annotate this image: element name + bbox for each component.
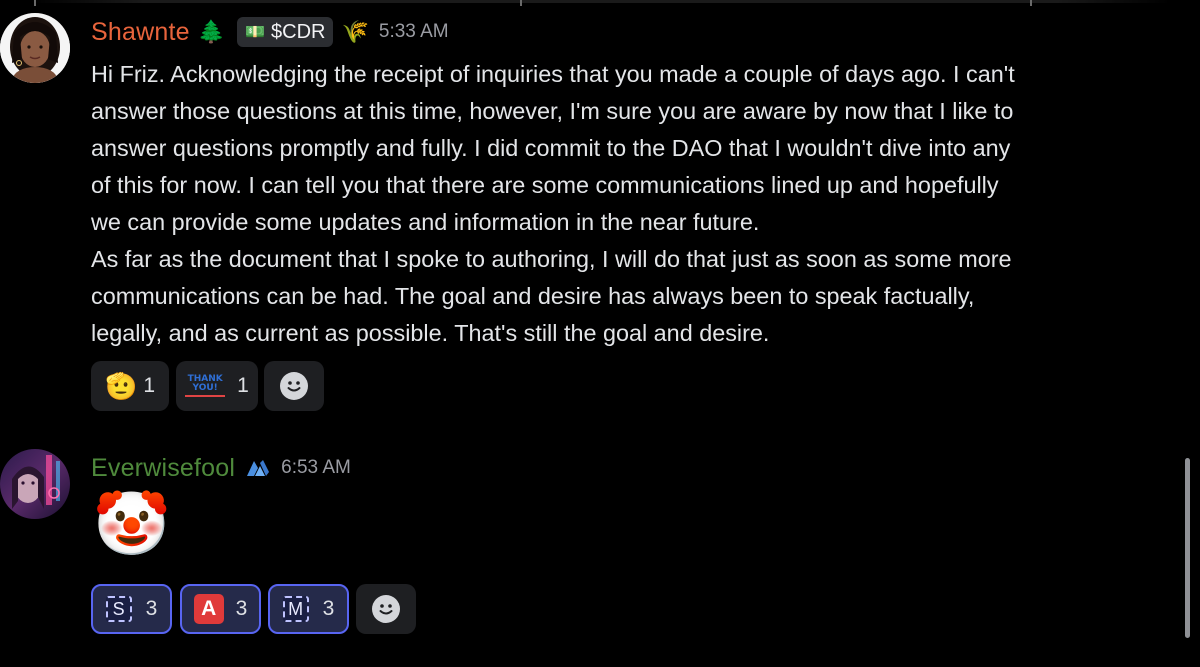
- reaction-m-key[interactable]: M 3: [268, 584, 349, 634]
- chat-view: Shawnte 🌲 💵 $CDR 🌾 5:33 AM Hi Friz. Ackn…: [0, 0, 1200, 667]
- divider-tick: [520, 0, 522, 6]
- money-icon: 💵: [245, 24, 266, 41]
- rice-icon: 🌾: [341, 19, 369, 44]
- divider-tick: [34, 0, 36, 6]
- message-line: Hi Friz. Acknowledging the receipt of in…: [91, 61, 1015, 87]
- add-reaction-button[interactable]: [264, 361, 324, 411]
- add-reaction-icon: [372, 595, 400, 623]
- role-tag-label: $CDR: [271, 20, 326, 43]
- message-body: Hi Friz. Acknowledging the receipt of in…: [91, 56, 1015, 352]
- s-key-icon: S: [105, 596, 132, 622]
- reaction-count: 3: [145, 597, 158, 620]
- reaction-count: 1: [237, 374, 249, 397]
- message-header: Shawnte 🌲 💵 $CDR 🌾 5:33 AM: [91, 14, 449, 50]
- message-header: Everwisefool 6:53 AM: [91, 450, 351, 486]
- thank-you-icon: THANK YOU!: [185, 374, 226, 397]
- clown-emoji: 🤡: [93, 490, 171, 559]
- add-reaction-button[interactable]: [356, 584, 416, 634]
- divider: [30, 0, 1170, 3]
- reaction-thank-you[interactable]: THANK YOU! 1: [176, 361, 258, 411]
- reaction-count: 3: [235, 597, 248, 620]
- avatar[interactable]: [0, 449, 70, 519]
- nitro-rank-icon: [245, 458, 271, 478]
- message-line: As far as the document that I spoke to a…: [91, 246, 1012, 272]
- reaction-salute[interactable]: 🫡 1: [91, 361, 169, 411]
- reaction-count: 1: [143, 374, 156, 397]
- timestamp: 5:33 AM: [378, 21, 449, 42]
- scrollbar[interactable]: [1185, 458, 1190, 638]
- divider-tick: [1030, 0, 1032, 6]
- username[interactable]: Shawnte: [91, 18, 190, 47]
- message-line: legally, and as current as possible. Tha…: [91, 320, 770, 346]
- message-line: answer those questions at this time, how…: [91, 98, 1014, 124]
- message-line: we can provide some updates and informat…: [91, 209, 760, 235]
- salute-icon: 🫡: [104, 370, 138, 401]
- reaction-count: 3: [322, 597, 335, 620]
- message-line: of this for now. I can tell you that the…: [91, 172, 999, 198]
- message-line: answer questions promptly and fully. I d…: [91, 135, 1011, 161]
- message-line: communications can be had. The goal and …: [91, 283, 975, 309]
- add-reaction-icon: [280, 372, 308, 400]
- timestamp: 6:53 AM: [281, 457, 351, 478]
- a-button-icon: A: [193, 594, 224, 624]
- username[interactable]: Everwisefool: [91, 454, 235, 483]
- role-tag[interactable]: 💵 $CDR: [237, 17, 334, 47]
- tree-icon: 🌲: [197, 19, 226, 44]
- reaction-a-key[interactable]: A 3: [180, 584, 261, 634]
- thank-you-label: THANK YOU!: [187, 374, 223, 393]
- avatar[interactable]: [0, 13, 70, 83]
- reaction-s-key[interactable]: S 3: [91, 584, 172, 634]
- m-key-icon: M: [282, 596, 309, 622]
